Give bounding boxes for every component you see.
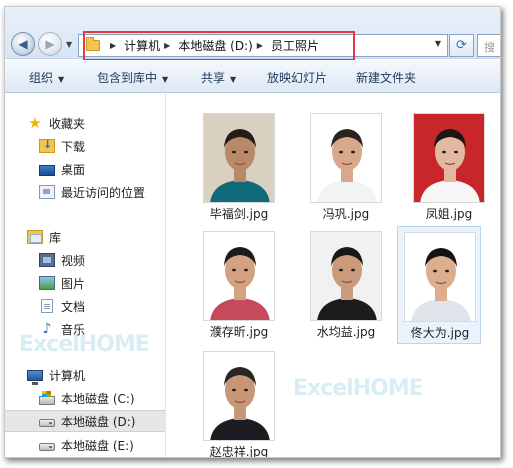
file-name: 佟大为.jpg bbox=[410, 326, 470, 340]
portrait-image bbox=[404, 232, 476, 322]
downloads-folder-icon bbox=[39, 138, 55, 153]
nav-computer[interactable]: 计算机 bbox=[5, 364, 165, 386]
nav-pictures[interactable]: 图片 bbox=[5, 272, 165, 294]
portrait-image bbox=[413, 113, 485, 203]
share-menu[interactable]: 共享 ▼ bbox=[201, 69, 236, 86]
nav-drive-c[interactable]: 本地磁盘 (C:) bbox=[5, 387, 165, 409]
drive-icon bbox=[39, 419, 55, 427]
file-thumbnail[interactable]: 冯巩.jpg bbox=[304, 108, 388, 226]
chevron-down-icon: ▼ bbox=[230, 75, 237, 84]
refresh-button[interactable]: ⟳ bbox=[449, 34, 474, 57]
portrait-image bbox=[310, 113, 382, 203]
recent-pages-dropdown[interactable]: ▼ bbox=[66, 40, 72, 49]
nav-music[interactable]: ♪ 音乐 bbox=[5, 318, 165, 340]
nav-documents[interactable]: 文档 bbox=[5, 295, 165, 317]
nav-desktop[interactable]: 桌面 bbox=[5, 158, 165, 180]
portrait-image bbox=[203, 231, 275, 321]
organize-menu[interactable]: 组织 ▼ bbox=[29, 69, 64, 86]
file-name: 冯巩.jpg bbox=[322, 207, 370, 221]
system-drive-icon bbox=[39, 390, 55, 405]
nav-libraries[interactable]: 库 bbox=[5, 226, 165, 248]
address-dropdown-icon[interactable]: ▼ bbox=[435, 39, 441, 48]
portrait-image bbox=[203, 113, 275, 203]
explorer-window: ◀ ▶ ▼ ▶ 计算机 ▶ 本地磁盘 (D:) ▶ 员工照片 ▼ ⟳ 搜 组织 ▼… bbox=[4, 6, 501, 458]
breadcrumb-drive-d[interactable]: 本地磁盘 (D:) bbox=[178, 37, 252, 54]
breadcrumb-employee-photos[interactable]: 员工照片 bbox=[271, 37, 319, 54]
address-bar[interactable]: ▶ 计算机 ▶ 本地磁盘 (D:) ▶ 员工照片 ▼ bbox=[78, 34, 448, 57]
breadcrumb-separator[interactable]: ▶ bbox=[110, 41, 116, 50]
forward-button[interactable]: ▶ bbox=[38, 32, 62, 56]
file-thumbnail[interactable]: 濮存昕.jpg bbox=[197, 226, 281, 344]
file-view: ExcelHOME 毕福剑.jpg 冯巩.jpg 凤姐.jpg 濮存昕.jpg 水均益.… bbox=[167, 94, 500, 457]
file-name: 濮存昕.jpg bbox=[209, 325, 269, 339]
nav-videos[interactable]: 视频 bbox=[5, 249, 165, 271]
file-thumbnail[interactable]: 毕福剑.jpg bbox=[197, 108, 281, 226]
file-name: 凤姐.jpg bbox=[425, 207, 473, 221]
file-name: 毕福剑.jpg bbox=[209, 207, 269, 221]
library-icon bbox=[27, 230, 43, 244]
watermark-logo: ExcelHOME bbox=[293, 376, 424, 401]
file-thumbnail[interactable]: 凤姐.jpg bbox=[407, 108, 491, 226]
nav-downloads[interactable]: 下载 bbox=[5, 135, 165, 157]
file-thumbnail[interactable]: 水均益.jpg bbox=[304, 226, 388, 344]
breadcrumb-computer[interactable]: 计算机 bbox=[124, 37, 160, 54]
breadcrumb-separator[interactable]: ▶ bbox=[257, 41, 263, 50]
nav-recent-places[interactable]: 最近访问的位置 bbox=[5, 181, 165, 203]
drive-icon bbox=[39, 443, 55, 451]
portrait-image bbox=[310, 231, 382, 321]
slideshow-button[interactable]: 放映幻灯片 bbox=[267, 69, 327, 86]
folder-icon bbox=[86, 37, 100, 51]
new-folder-button[interactable]: 新建文件夹 bbox=[356, 69, 416, 86]
chevron-down-icon: ▼ bbox=[58, 75, 65, 84]
star-icon: ★ bbox=[28, 114, 42, 132]
recent-places-icon bbox=[39, 185, 55, 199]
nav-favorites[interactable]: ★ 收藏夹 bbox=[5, 112, 165, 134]
back-button[interactable]: ◀ bbox=[11, 32, 35, 56]
breadcrumb-separator[interactable]: ▶ bbox=[164, 41, 170, 50]
portrait-image bbox=[203, 351, 275, 441]
video-library-icon bbox=[39, 253, 55, 267]
music-note-icon: ♪ bbox=[42, 321, 52, 337]
address-bar-row: ◀ ▶ ▼ ▶ 计算机 ▶ 本地磁盘 (D:) ▶ 员工照片 ▼ ⟳ 搜 bbox=[5, 7, 500, 61]
search-input[interactable]: 搜 bbox=[477, 34, 500, 57]
navigation-pane: ★ 收藏夹 下载 桌面 最近访问的位置 库 视频 图片 文档 bbox=[5, 94, 166, 457]
command-bar: 组织 ▼ 包含到库中 ▼ 共享 ▼ 放映幻灯片 新建文件夹 bbox=[5, 60, 500, 93]
computer-icon bbox=[27, 369, 43, 385]
file-name: 水均益.jpg bbox=[316, 325, 376, 339]
pictures-library-icon bbox=[39, 276, 55, 290]
file-thumbnail[interactable]: 佟大为.jpg bbox=[397, 226, 481, 344]
file-thumbnail[interactable]: 赵忠祥.jpg bbox=[197, 346, 281, 457]
file-name: 赵忠祥.jpg bbox=[209, 445, 269, 458]
nav-drive-e[interactable]: 本地磁盘 (E:) bbox=[5, 434, 165, 456]
chevron-down-icon: ▼ bbox=[162, 75, 169, 84]
desktop-icon bbox=[39, 164, 55, 176]
include-in-library-menu[interactable]: 包含到库中 ▼ bbox=[97, 69, 168, 86]
documents-library-icon bbox=[41, 299, 53, 313]
nav-drive-d[interactable]: 本地磁盘 (D:) bbox=[5, 410, 165, 432]
